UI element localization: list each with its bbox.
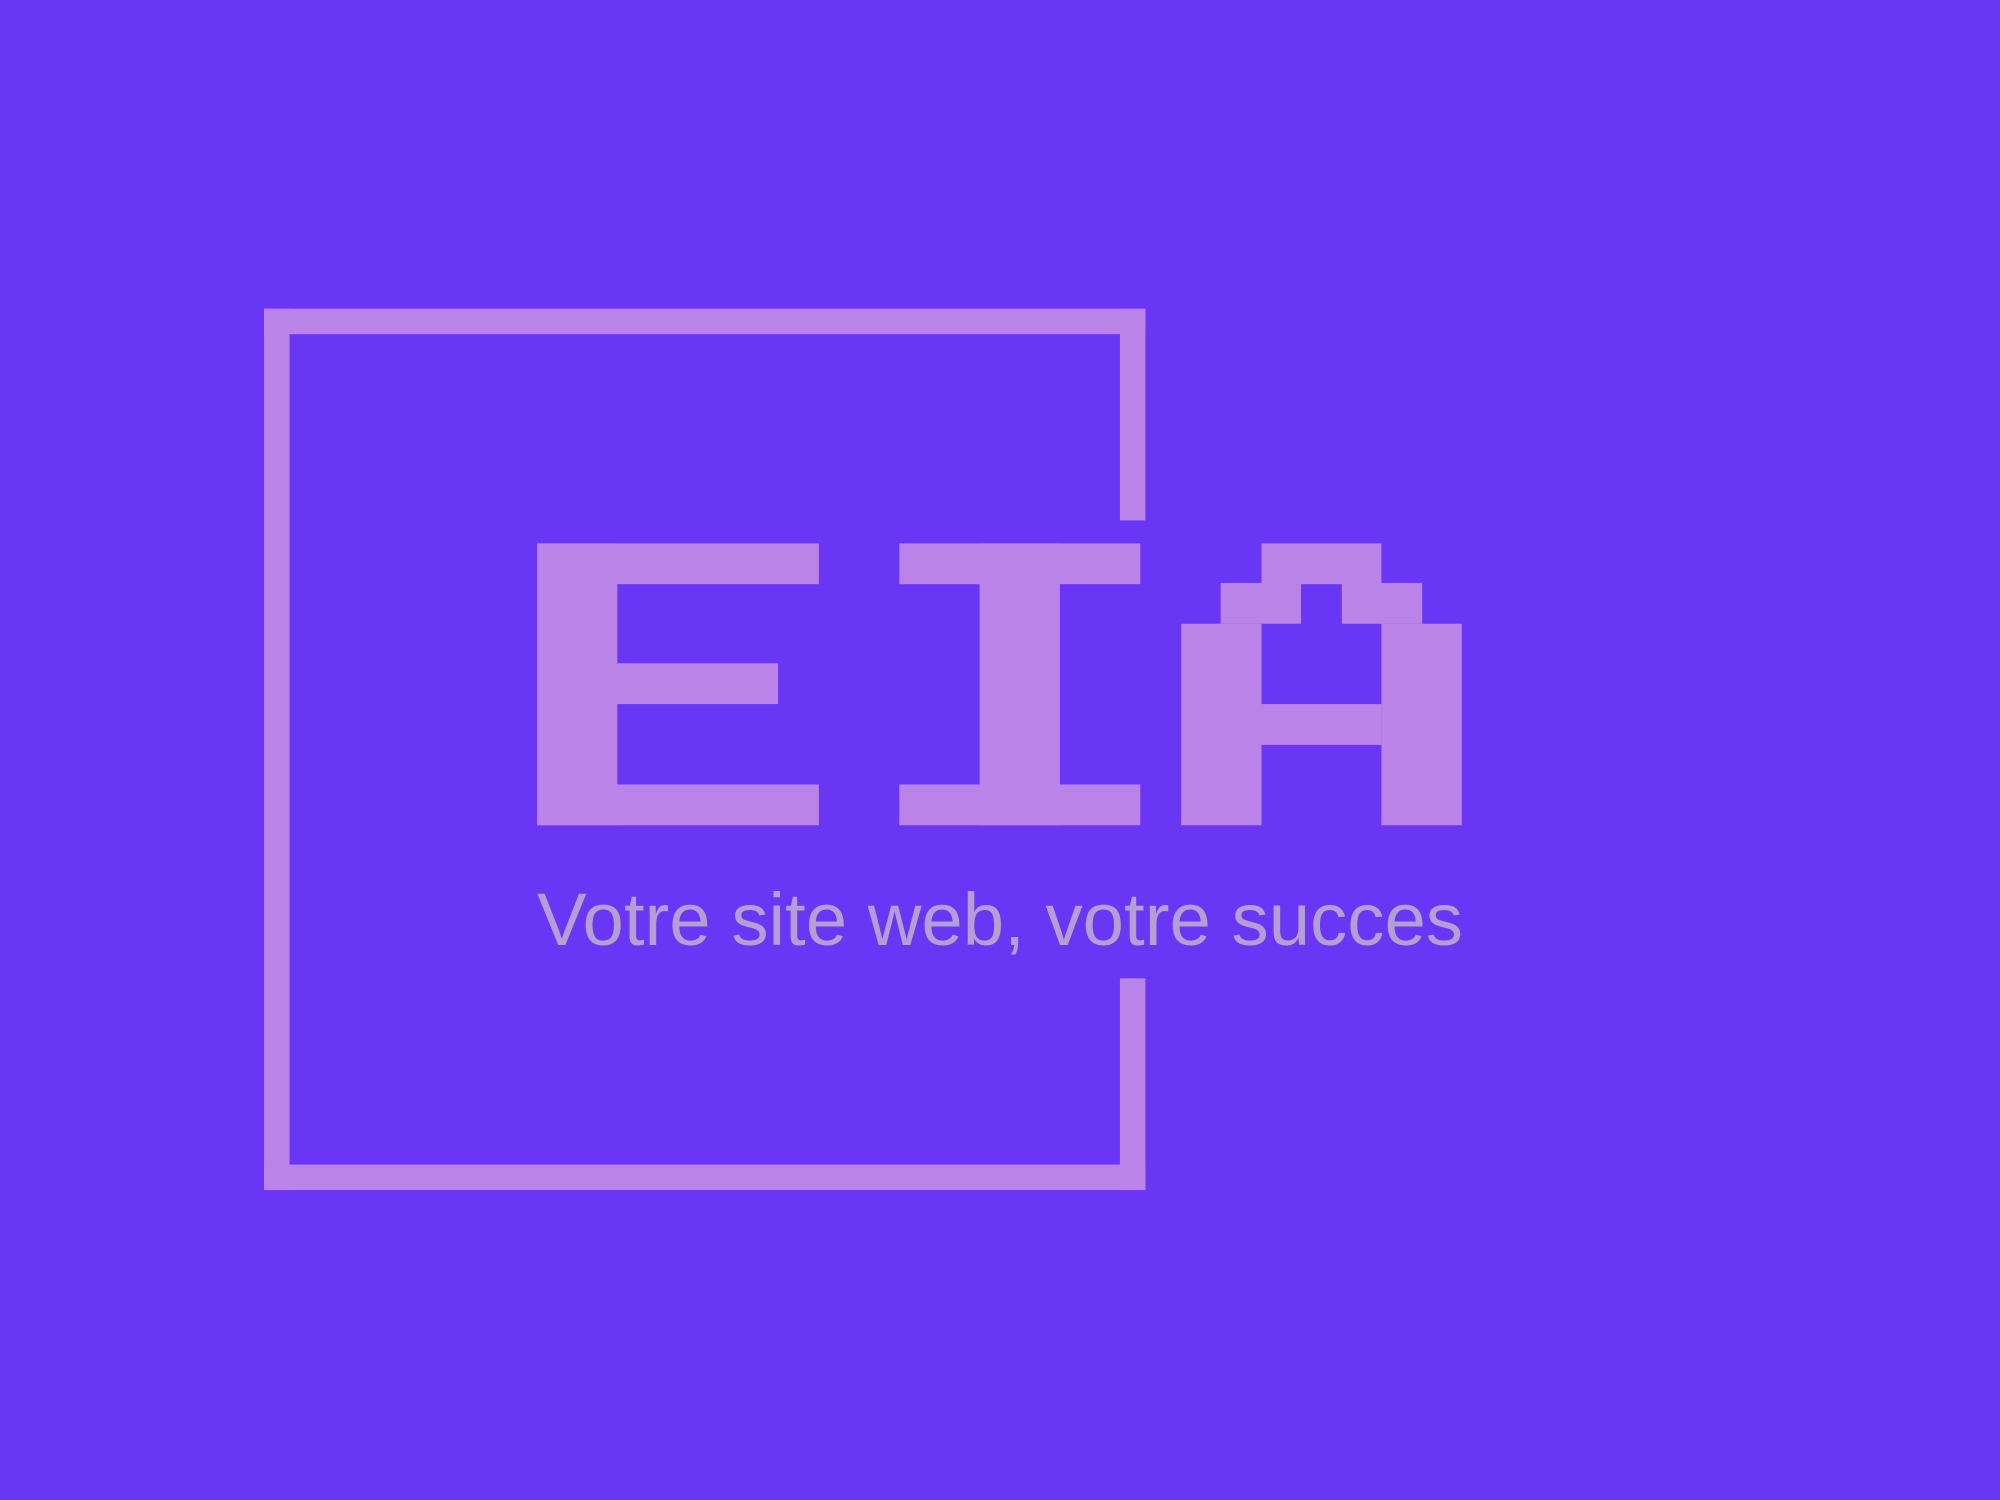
tagline: Votre site web, votre succes [537, 878, 1463, 961]
logo: Votre site web, votre succes [0, 0, 2000, 1500]
